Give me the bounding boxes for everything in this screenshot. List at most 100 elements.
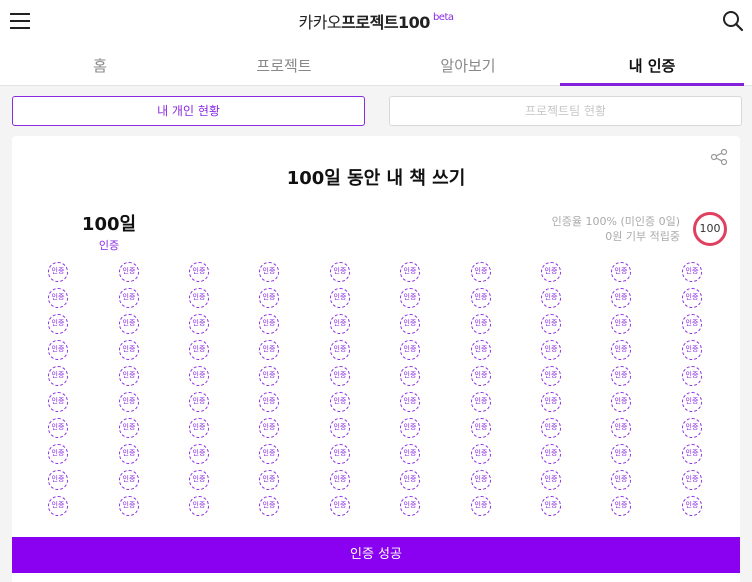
certification-badge-grid: 인증 인증 인증 인증 인증 인증 인증 인증 인증 인증 인증 인증 인증 인증 인증 인증 인증 인증 인증 인증… xyxy=(48,260,742,520)
certification-stamp-icon: 인증 xyxy=(682,314,702,334)
certification-stamp-icon: 인증 xyxy=(259,288,279,308)
certified-days-label: 인증 xyxy=(98,239,120,252)
certification-stamp-icon: 인증 xyxy=(400,470,420,490)
certified-days: 100일 인증 xyxy=(74,210,144,253)
certification-stamp-icon: 인증 xyxy=(330,340,350,360)
certification-stamp-icon: 인증 xyxy=(682,470,702,490)
certification-stamp-icon: 인증 xyxy=(48,288,68,308)
progress-ring: 100 xyxy=(693,212,727,246)
certification-stamp-icon: 인증 xyxy=(259,314,279,334)
certification-stamp-icon: 인증 xyxy=(400,392,420,412)
certification-stamp-icon: 인증 xyxy=(48,496,68,516)
tab-about[interactable]: 알아보기 xyxy=(398,40,538,85)
subtab-team-status[interactable]: 프로젝트팀 현황 xyxy=(389,96,742,126)
tab-my-certification[interactable]: 내 인증 xyxy=(560,40,744,86)
donation-status: 0원 기부 적립중 xyxy=(605,230,680,243)
certification-stamp-icon: 인증 xyxy=(611,392,631,412)
certification-stamp-icon: 인증 xyxy=(48,340,68,360)
top-bar: 카카오프로젝트100 beta xyxy=(0,0,752,40)
certification-stamp-icon: 인증 xyxy=(189,314,209,334)
certification-stamp-icon: 인증 xyxy=(259,444,279,464)
badge-row: 인증 인증 인증 인증 인증 인증 인증 인증 인증 인증 xyxy=(48,468,742,494)
project-card: 100일 동안 내 책 쓰기 100일 인증 인증율 100% (미인증 0일)… xyxy=(12,136,740,582)
certification-stamp-icon: 인증 xyxy=(259,496,279,516)
certification-stamp-icon: 인증 xyxy=(259,392,279,412)
search-icon[interactable] xyxy=(722,10,744,32)
badge-row: 인증 인증 인증 인증 인증 인증 인증 인증 인증 인증 xyxy=(48,286,742,312)
main-nav-tabs: 홈 프로젝트 알아보기 내 인증 xyxy=(0,40,752,86)
certification-stamp-icon: 인증 xyxy=(541,418,561,438)
certification-stamp-icon: 인증 xyxy=(189,288,209,308)
project-title: 100일 동안 내 책 쓰기 xyxy=(286,168,466,189)
certification-stamp-icon: 인증 xyxy=(611,444,631,464)
certification-stamp-icon: 인증 xyxy=(189,418,209,438)
certification-stamp-icon: 인증 xyxy=(48,418,68,438)
certification-stamp-icon: 인증 xyxy=(330,444,350,464)
beta-badge: beta xyxy=(432,12,454,23)
certification-stamp-icon: 인증 xyxy=(682,340,702,360)
certification-stamp-icon: 인증 xyxy=(682,444,702,464)
certification-stamp-icon: 인증 xyxy=(189,496,209,516)
certification-stamp-icon: 인증 xyxy=(611,288,631,308)
badge-row: 인증 인증 인증 인증 인증 인증 인증 인증 인증 인증 xyxy=(48,260,742,286)
certification-stamp-icon: 인증 xyxy=(471,262,491,282)
certification-stamp-icon: 인증 xyxy=(541,340,561,360)
logo-main: 프로젝트100 xyxy=(341,13,430,32)
certification-stamp-icon: 인증 xyxy=(611,314,631,334)
subtab-my-status[interactable]: 내 개인 현황 xyxy=(12,96,365,126)
certification-stamp-icon: 인증 xyxy=(682,366,702,386)
certification-stamp-icon: 인증 xyxy=(189,366,209,386)
logo-prefix: 카카오 xyxy=(298,13,342,32)
certification-stamp-icon: 인증 xyxy=(400,418,420,438)
certification-stamp-icon: 인증 xyxy=(48,392,68,412)
certification-stamp-icon: 인증 xyxy=(682,262,702,282)
certification-stamp-icon: 인증 xyxy=(119,314,139,334)
certification-stamp-icon: 인증 xyxy=(330,470,350,490)
certification-stamp-icon: 인증 xyxy=(330,262,350,282)
certification-stamp-icon: 인증 xyxy=(259,418,279,438)
certified-days-count: 100일 xyxy=(81,214,137,235)
certification-success-button[interactable]: 인증 성공 xyxy=(12,537,740,573)
certification-stamp-icon: 인증 xyxy=(471,392,491,412)
certification-stamp-icon: 인증 xyxy=(330,314,350,334)
certification-stamp-icon: 인증 xyxy=(48,262,68,282)
certification-stamp-icon: 인증 xyxy=(471,496,491,516)
certification-stamp-icon: 인증 xyxy=(400,366,420,386)
certification-stamp-icon: 인증 xyxy=(611,262,631,282)
certification-stamp-icon: 인증 xyxy=(119,470,139,490)
app-logo[interactable]: 카카오프로젝트100 beta xyxy=(0,9,752,33)
certification-stamp-icon: 인증 xyxy=(189,340,209,360)
badge-row: 인증 인증 인증 인증 인증 인증 인증 인증 인증 인증 xyxy=(48,338,742,364)
certification-stamp-icon: 인증 xyxy=(471,340,491,360)
certification-stamp-icon: 인증 xyxy=(330,496,350,516)
badge-row: 인증 인증 인증 인증 인증 인증 인증 인증 인증 인증 xyxy=(48,390,742,416)
certification-stats: 인증율 100% (미인증 0일) 0원 기부 적립중 xyxy=(552,214,680,244)
certification-stamp-icon: 인증 xyxy=(119,444,139,464)
certification-stamp-icon: 인증 xyxy=(119,392,139,412)
certification-rate: 인증율 100% (미인증 0일) xyxy=(551,215,680,228)
certification-stamp-icon: 인증 xyxy=(48,470,68,490)
certification-stamp-icon: 인증 xyxy=(119,418,139,438)
certification-stamp-icon: 인증 xyxy=(189,470,209,490)
certification-stamp-icon: 인증 xyxy=(471,444,491,464)
certification-stamp-icon: 인증 xyxy=(189,444,209,464)
certification-stamp-icon: 인증 xyxy=(541,366,561,386)
certification-stamp-icon: 인증 xyxy=(259,340,279,360)
certification-stamp-icon: 인증 xyxy=(682,496,702,516)
badge-row: 인증 인증 인증 인증 인증 인증 인증 인증 인증 인증 xyxy=(48,442,742,468)
certification-stamp-icon: 인증 xyxy=(400,496,420,516)
certification-stamp-icon: 인증 xyxy=(330,288,350,308)
certification-stamp-icon: 인증 xyxy=(330,392,350,412)
certification-stamp-icon: 인증 xyxy=(400,288,420,308)
certification-stamp-icon: 인증 xyxy=(400,262,420,282)
certification-stamp-icon: 인증 xyxy=(48,314,68,334)
footer-strip xyxy=(12,573,740,582)
certification-stamp-icon: 인증 xyxy=(682,288,702,308)
badge-row: 인증 인증 인증 인증 인증 인증 인증 인증 인증 인증 xyxy=(48,494,742,520)
certification-stamp-icon: 인증 xyxy=(119,340,139,360)
badge-row: 인증 인증 인증 인증 인증 인증 인증 인증 인증 인증 xyxy=(48,416,742,442)
certification-stamp-icon: 인증 xyxy=(471,314,491,334)
certification-stamp-icon: 인증 xyxy=(541,496,561,516)
tab-home[interactable]: 홈 xyxy=(30,40,170,85)
tab-project[interactable]: 프로젝트 xyxy=(214,40,354,85)
